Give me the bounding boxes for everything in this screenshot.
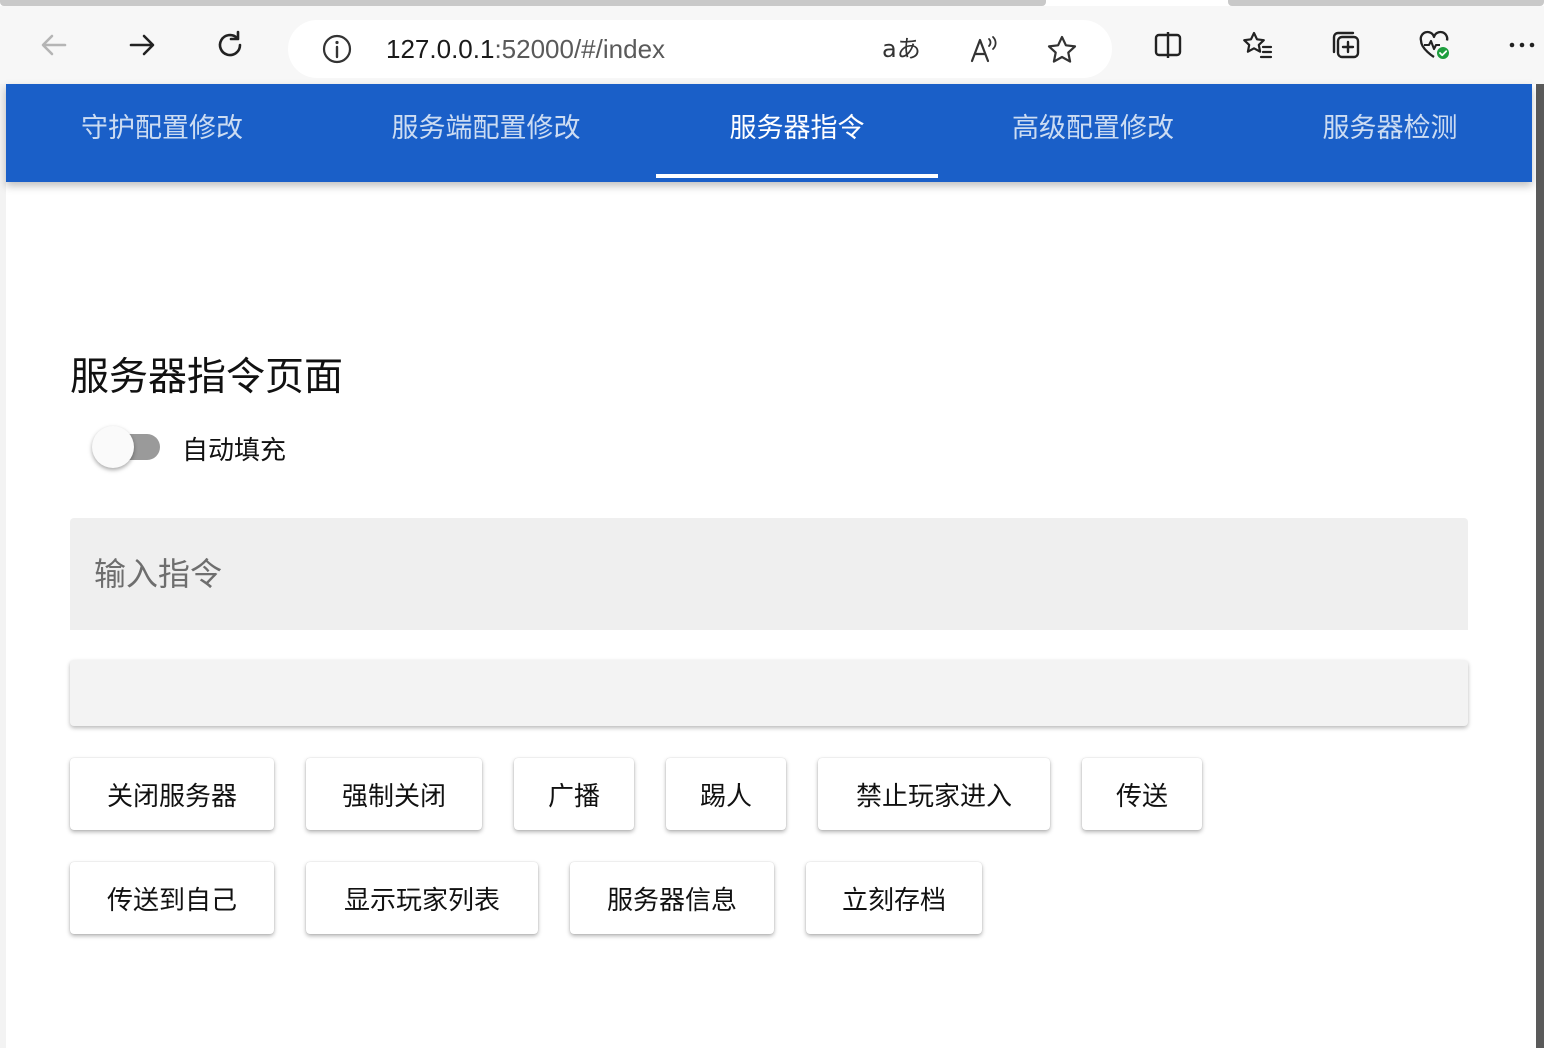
save-now-button[interactable]: 立刻存档 [806,862,982,934]
collections-icon[interactable] [1322,22,1370,68]
tab-advanced-config[interactable]: 高级配置修改 [938,84,1248,182]
more-icon[interactable] [1498,22,1544,68]
scrollbar[interactable] [1536,84,1544,1048]
show-player-list-button[interactable]: 显示玩家列表 [306,862,538,934]
broadcast-button[interactable]: 广播 [514,758,634,830]
teleport-button[interactable]: 传送 [1082,758,1202,830]
back-icon[interactable] [30,22,78,68]
page-viewport: 守护配置修改 服务端配置修改 服务器指令 高级配置修改 服务器检测 服务器指令页… [6,84,1536,1048]
read-aloud-icon[interactable] [966,32,1002,68]
teleport-to-self-button[interactable]: 传送到自己 [70,862,274,934]
url-host: 127.0.0.1 [386,34,495,64]
tab-daemon-config[interactable]: 守护配置修改 [6,84,318,182]
tab-server-config[interactable]: 服务端配置修改 [318,84,654,182]
tab-server-check[interactable]: 服务器检测 [1248,84,1532,182]
kick-player-button[interactable]: 踢人 [666,758,786,830]
toggle-thumb [92,426,134,468]
translate-icon[interactable]: aあ [882,20,921,78]
refresh-icon[interactable] [206,22,254,68]
info-icon[interactable] [320,32,354,66]
favorites-icon[interactable] [1234,22,1282,68]
shutdown-server-button[interactable]: 关闭服务器 [70,758,274,830]
browser-toolbar: 127.0.0.1:52000/#/index aあ [0,6,1544,84]
command-input[interactable] [70,518,1468,630]
command-output [70,660,1468,726]
auto-fill-label: 自动填充 [182,436,287,466]
ban-player-button[interactable]: 禁止玩家进入 [818,758,1050,830]
forward-icon[interactable] [118,22,166,68]
auto-fill-toggle[interactable] [92,424,166,470]
server-info-button[interactable]: 服务器信息 [570,862,774,934]
favorite-star-icon[interactable] [1044,32,1080,68]
split-screen-icon[interactable] [1144,22,1192,68]
url-text[interactable]: 127.0.0.1:52000/#/index [386,20,665,78]
browser-essentials-icon[interactable] [1410,22,1458,68]
address-bar[interactable]: 127.0.0.1:52000/#/index aあ [288,20,1112,78]
top-nav: 守护配置修改 服务端配置修改 服务器指令 高级配置修改 服务器检测 [6,84,1532,182]
active-tab-indicator [656,174,938,178]
page-title: 服务器指令页面 [70,355,344,400]
tab-server-commands[interactable]: 服务器指令 [656,84,938,182]
force-shutdown-button[interactable]: 强制关闭 [306,758,482,830]
url-path: :52000/#/index [494,34,666,64]
